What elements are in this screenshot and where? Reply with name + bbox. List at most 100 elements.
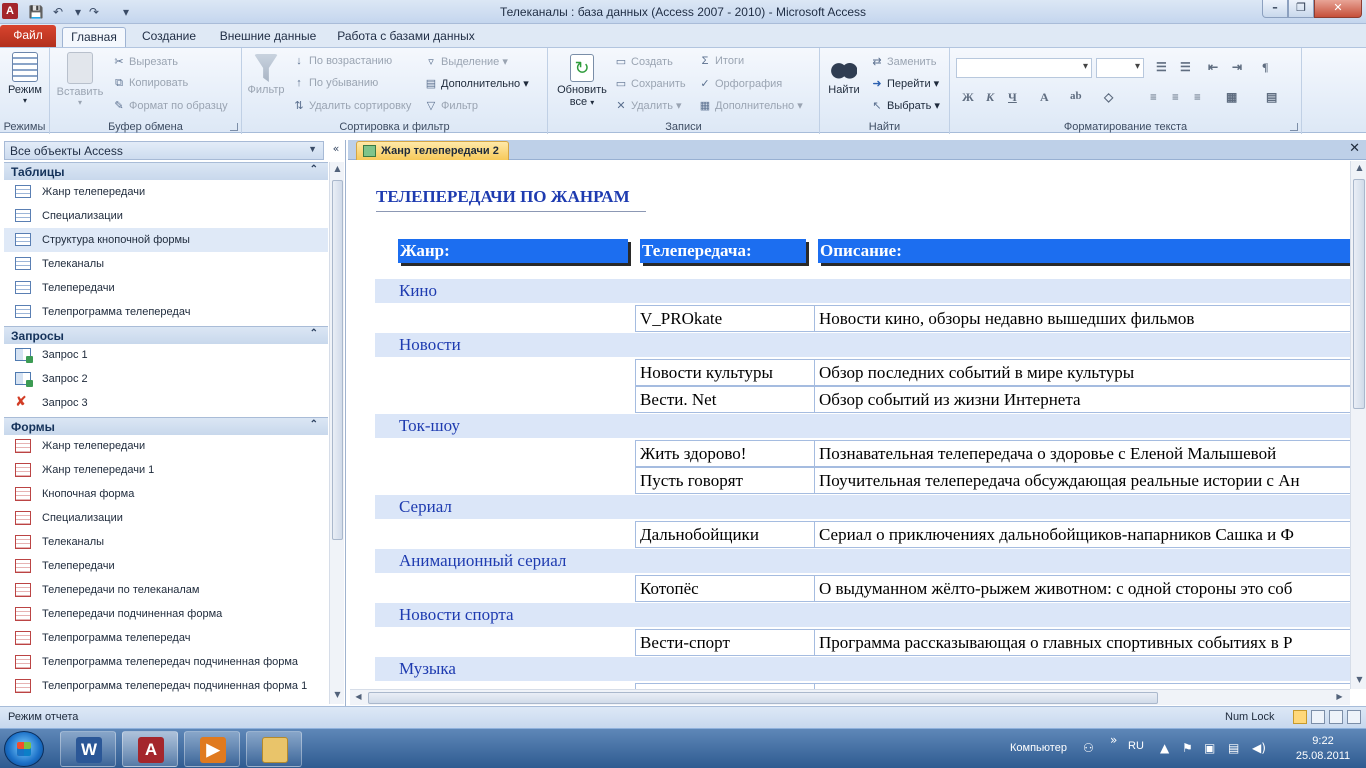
nav-item-form[interactable]: Телеканалы (4, 530, 328, 554)
nav-pane-dropdown-icon[interactable]: ▼ (308, 144, 317, 154)
report-vscroll-thumb[interactable] (1353, 179, 1365, 409)
more-records-button[interactable]: ▦ Дополнительно ▾ (698, 99, 803, 112)
tab-create[interactable]: Создание (134, 27, 204, 47)
print-preview-icon[interactable] (1311, 710, 1325, 724)
scroll-right-icon[interactable]: ▶ (1334, 692, 1345, 704)
tray-computer-label[interactable]: Компьютер (1010, 742, 1067, 754)
sort-descending-button[interactable]: ↑ По убыванию (292, 77, 378, 89)
taskbar-explorer[interactable] (246, 731, 302, 767)
nav-pane-header[interactable]: Все объекты Access ▼ (4, 141, 324, 160)
nav-item-form[interactable]: Телепрограмма телепередач подчиненная фо… (4, 674, 328, 698)
toggle-filter-button[interactable]: ▽ Фильтр (424, 99, 478, 112)
layout-view-icon[interactable] (1329, 710, 1343, 724)
selection-button[interactable]: ▿ Выделение ▾ (424, 55, 508, 68)
collapse-section-icon[interactable]: ⌃ (310, 164, 318, 175)
report-hscroll-thumb[interactable] (368, 692, 1158, 704)
nav-section-queries[interactable]: Запросы ⌃ (4, 326, 328, 344)
totals-button[interactable]: Σ Итоги (698, 55, 745, 67)
nav-item-table[interactable]: Телепрограмма телепередач (4, 300, 328, 324)
nav-item-form[interactable]: Жанр телепередачи 1 (4, 458, 328, 482)
scroll-down-icon[interactable]: ▼ (332, 690, 343, 702)
nav-item-form[interactable]: Телепередачи подчиненная форма (4, 602, 328, 626)
replace-button[interactable]: ⇄ Заменить (870, 55, 936, 68)
tab-file[interactable]: Файл (0, 25, 56, 47)
nav-item-form[interactable]: Жанр телепередачи (4, 434, 328, 458)
start-button[interactable] (4, 731, 44, 767)
close-button[interactable]: ✕ (1314, 0, 1362, 18)
nav-collapse-icon[interactable]: « (329, 142, 343, 159)
scroll-left-icon[interactable]: ◀ (353, 692, 364, 704)
tray-clock[interactable]: 9:22 25.08.2011 (1288, 734, 1358, 764)
highlight-icon[interactable]: ab (1070, 90, 1082, 102)
goto-button[interactable]: ➜ Перейти ▾ (870, 77, 939, 90)
refresh-all-button[interactable]: ↻ Обновить все ▾ (552, 54, 612, 108)
report-horizontal-scrollbar[interactable]: ◀ ▶ (350, 689, 1350, 705)
report-vertical-scrollbar[interactable]: ▲ ▼ (1350, 161, 1366, 689)
bullets-icon[interactable]: ☰ (1156, 60, 1167, 75)
tray-expand-icon[interactable]: » (1110, 733, 1117, 747)
new-record-button[interactable]: ▭ Создать (614, 55, 673, 68)
format-painter-button[interactable]: ✎ Формат по образцу (112, 99, 227, 112)
nav-item-form[interactable]: Телепередачи (4, 554, 328, 578)
align-center-icon[interactable]: ≡ (1172, 90, 1179, 105)
nav-item-table[interactable]: Специализации (4, 204, 328, 228)
nav-item-form[interactable]: Телепередачи по телеканалам (4, 578, 328, 602)
delete-record-button[interactable]: ✕ Удалить ▾ (614, 99, 681, 112)
nav-item-form[interactable]: Специализации (4, 506, 328, 530)
minimize-button[interactable]: – (1262, 0, 1288, 18)
tab-database-tools[interactable]: Работа с базами данных (332, 27, 480, 47)
remove-sort-button[interactable]: ⇅ Удалить сортировку (292, 99, 411, 112)
nav-item-form[interactable]: Кнопочная форма (4, 482, 328, 506)
nav-item-table[interactable]: Жанр телепередачи (4, 180, 328, 204)
device-icon[interactable]: ▣ (1204, 741, 1215, 755)
outdent-icon[interactable]: ⇤ (1208, 60, 1218, 75)
scroll-up-icon[interactable]: ▲ (332, 164, 343, 176)
close-document-icon[interactable]: ✕ (1349, 141, 1360, 156)
nav-scroll-thumb[interactable] (332, 180, 343, 540)
report-view-icon[interactable] (1293, 710, 1307, 724)
italic-button[interactable]: К (986, 90, 994, 105)
indent-icon[interactable]: ⇥ (1232, 60, 1242, 75)
collapse-section-icon[interactable]: ⌃ (310, 419, 318, 430)
document-tab[interactable]: Жанр телепередачи 2 (356, 141, 509, 160)
tab-home[interactable]: Главная (62, 27, 126, 47)
design-view-icon[interactable] (1347, 710, 1361, 724)
taskbar-access[interactable]: A (122, 731, 178, 767)
nav-pane-scrollbar[interactable]: ▲ ▼ (329, 162, 344, 704)
select-button[interactable]: ↖ Выбрать ▾ (870, 99, 940, 112)
network-users-icon[interactable]: ⚇ (1083, 741, 1094, 755)
font-size-combo[interactable] (1096, 58, 1144, 78)
underline-button[interactable]: Ч (1008, 90, 1017, 105)
scroll-up-icon[interactable]: ▲ (1354, 163, 1365, 175)
sort-ascending-button[interactable]: ↓ По возрастанию (292, 55, 392, 67)
taskbar-media-player[interactable]: ▶ (184, 731, 240, 767)
taskbar-word[interactable]: W (60, 731, 116, 767)
show-hidden-icons-icon[interactable]: ▲ (1160, 741, 1169, 755)
view-button[interactable]: Режим ▾ (4, 52, 46, 105)
copy-button[interactable]: ⧉ Копировать (112, 77, 188, 90)
nav-item-query[interactable]: Запрос 2 (4, 367, 328, 391)
align-left-icon[interactable]: ≡ (1150, 90, 1157, 105)
text-format-launcher-icon[interactable] (1290, 123, 1298, 131)
paragraph-icon[interactable]: ¶ (1262, 60, 1268, 75)
numbering-icon[interactable]: ☰ (1180, 60, 1191, 75)
nav-item-table[interactable]: Телепередачи (4, 276, 328, 300)
tab-external-data[interactable]: Внешние данные (214, 27, 322, 47)
font-color-icon[interactable]: A (1040, 90, 1049, 105)
spelling-button[interactable]: ✓ Орфография (698, 77, 782, 90)
network-icon[interactable]: ▤ (1228, 741, 1239, 755)
nav-item-form[interactable]: Телепрограмма телепередач (4, 626, 328, 650)
nav-item-query[interactable]: Запрос 1 (4, 343, 328, 367)
volume-icon[interactable]: ◀) (1252, 741, 1266, 755)
paste-button[interactable]: Вставить ▾ (54, 52, 106, 107)
align-right-icon[interactable]: ≡ (1194, 90, 1201, 105)
nav-item-query[interactable]: ✘ Запрос 3 (4, 391, 328, 415)
find-button[interactable]: Найти (824, 54, 864, 96)
collapse-section-icon[interactable]: ⌃ (310, 328, 318, 339)
font-name-combo[interactable] (956, 58, 1092, 78)
nav-section-forms[interactable]: Формы ⌃ (4, 417, 328, 435)
nav-item-table[interactable]: Телеканалы (4, 252, 328, 276)
advanced-filter-button[interactable]: ▤ Дополнительно ▾ (424, 77, 529, 90)
gridlines-icon[interactable]: ▦ (1226, 90, 1237, 105)
action-center-flag-icon[interactable]: ⚑ (1182, 741, 1193, 755)
